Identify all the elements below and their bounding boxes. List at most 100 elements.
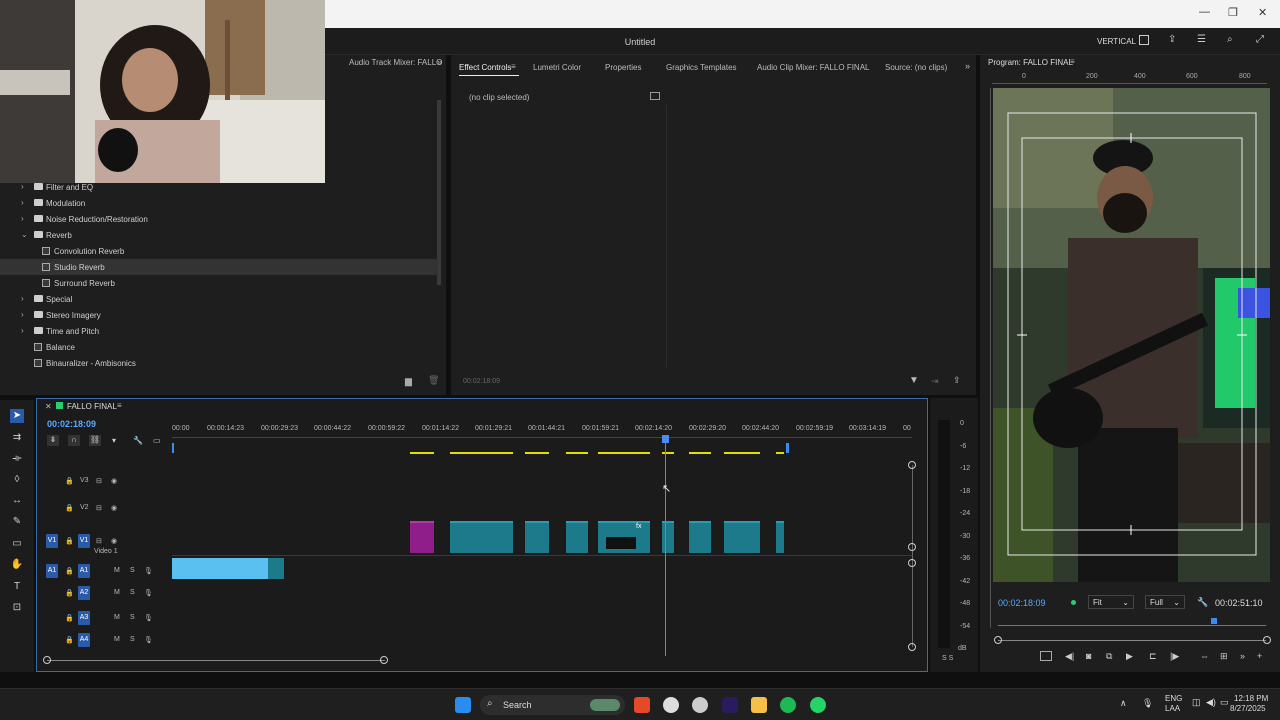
chevron-right-icon[interactable]: ›	[21, 198, 24, 207]
type-tool-icon[interactable]: T	[10, 580, 24, 594]
effect-item[interactable]: Studio Reverb	[0, 259, 438, 275]
effect-item[interactable]: Balance	[0, 339, 438, 355]
hand-tool-icon[interactable]: ✋	[10, 558, 24, 572]
compare-icon[interactable]: ⇔	[1200, 651, 1209, 661]
language-label[interactable]: ENG	[1165, 694, 1182, 703]
caption-tool-icon[interactable]: ⊡	[10, 601, 24, 615]
close-icon[interactable]: ✕	[1258, 6, 1267, 19]
add-marker-icon[interactable]: ▾	[112, 436, 116, 445]
selection-tool-icon[interactable]: ➤	[10, 409, 24, 423]
zoom-select[interactable]: Fit ⌄	[1088, 595, 1134, 609]
menu-icon[interactable]: ☰	[1197, 34, 1206, 45]
track-header-v1[interactable]: V1 🔒 V1 ⊟ ◉ Video 1	[36, 525, 172, 557]
horizontal-zoom-handle-left[interactable]	[43, 656, 51, 664]
video-clip[interactable]	[662, 521, 674, 553]
volume-icon[interactable]: ◀)	[1206, 697, 1216, 708]
solo-button[interactable]: S	[130, 589, 135, 596]
file-explorer-icon[interactable]	[751, 697, 767, 713]
timeline-settings-icon[interactable]: 🔧	[133, 436, 143, 445]
source-patch-button[interactable]: A1	[46, 564, 58, 578]
record-voiceover-icon[interactable]: 🎙	[144, 589, 153, 597]
record-voiceover-icon[interactable]: 🎙	[144, 636, 153, 644]
button-editor-icon[interactable]: »	[1240, 651, 1245, 661]
timeline-timecode[interactable]: 00:02:18:09	[47, 419, 96, 429]
camera-icon[interactable]: ◙	[1086, 651, 1091, 661]
track-header-v2[interactable]: 🔒 V2 ⊟ ◉	[36, 498, 172, 518]
lock-icon[interactable]: 🔒	[65, 504, 74, 512]
tab-lumetri-color[interactable]: Lumetri Color	[533, 63, 581, 72]
safe-margins-icon[interactable]	[1040, 651, 1052, 661]
audio-transition[interactable]	[268, 558, 284, 579]
delete-icon[interactable]: 🗑	[428, 375, 439, 386]
audio-track-mixer-tab[interactable]: Audio Track Mixer: FALLO	[349, 58, 442, 67]
sequence-name[interactable]: FALLO FINAL	[67, 402, 117, 411]
program-menu-icon[interactable]: ≡	[1070, 57, 1075, 66]
lock-icon[interactable]: 🔒	[65, 537, 74, 545]
mute-button[interactable]: M	[114, 614, 120, 621]
wrench-icon[interactable]: 🔧	[1197, 597, 1208, 608]
mute-button[interactable]: M	[114, 589, 120, 596]
microphone-icon[interactable]: 🎙	[1142, 698, 1153, 709]
vertical-zoom-handle[interactable]	[908, 559, 916, 567]
opera-icon[interactable]	[692, 697, 708, 713]
effect-folder[interactable]: ⌄ Reverb	[0, 227, 438, 243]
playhead-handle[interactable]	[662, 435, 669, 443]
share-icon[interactable]: ⇪	[1168, 34, 1176, 45]
mute-button[interactable]: M	[114, 636, 120, 643]
in-point-marker[interactable]	[172, 443, 174, 453]
program-zoom-bar[interactable]	[998, 640, 1266, 641]
horizontal-zoom-handle-right[interactable]	[380, 656, 388, 664]
source-patch-button[interactable]: V1	[46, 534, 58, 548]
keyboard-layout-label[interactable]: LAA	[1165, 704, 1180, 713]
chevron-right-icon[interactable]: ›	[21, 182, 24, 191]
layout-icon[interactable]	[1139, 35, 1149, 45]
track-target-button[interactable]: V2	[80, 504, 89, 511]
search-icon[interactable]: ⌕	[1227, 34, 1233, 45]
step-back-icon[interactable]: ◀|	[1065, 651, 1074, 662]
video-clip[interactable]	[724, 521, 760, 553]
linked-selection-icon[interactable]: ⛓	[89, 435, 101, 446]
chevron-right-icon[interactable]: ›	[21, 214, 24, 223]
track-header-a3[interactable]: 🔒 A3 M S 🎙	[36, 609, 172, 627]
effect-folder[interactable]: › Special	[0, 291, 438, 307]
tab-effect-controls[interactable]: Effect Controls	[459, 63, 511, 72]
taskbar-search[interactable]: ⌕ Search	[480, 695, 625, 715]
lock-icon[interactable]: 🔒	[65, 477, 74, 485]
track-target-button[interactable]: A4	[78, 633, 90, 647]
lock-icon[interactable]: 🔒	[65, 636, 74, 644]
whatsapp-icon[interactable]	[810, 697, 826, 713]
slip-tool-icon[interactable]: ↔	[10, 494, 24, 508]
sync-lock-icon[interactable]: ⊟	[96, 537, 102, 545]
track-header-a4[interactable]: 🔒 A4 M S 🎙	[36, 631, 172, 649]
vertical-zoom-handle[interactable]	[908, 543, 916, 551]
video-clip[interactable]: fx	[598, 521, 650, 553]
meter-solo-buttons[interactable]: S S	[942, 655, 953, 662]
razor-tool-icon[interactable]: ◊	[10, 473, 24, 487]
sequence-menu-icon[interactable]: ≡	[117, 401, 122, 410]
add-button-icon[interactable]: +	[1257, 651, 1262, 661]
network-icon[interactable]: ◫	[1192, 697, 1201, 708]
sync-lock-icon[interactable]: ⊟	[96, 477, 102, 485]
track-header-a1[interactable]: A1 🔒 A1 M S 🎙	[36, 561, 172, 581]
chevron-down-icon[interactable]: ⌄	[21, 230, 28, 239]
vertical-zoom-handle[interactable]	[908, 461, 916, 469]
lock-icon[interactable]: 🔒	[65, 614, 74, 622]
play-icon[interactable]: ▶	[1126, 651, 1133, 662]
pen-tool-icon[interactable]: ✎	[10, 515, 24, 529]
chevron-right-icon[interactable]: ›	[21, 294, 24, 303]
battery-icon[interactable]: ▭	[1220, 697, 1229, 708]
sync-lock-icon[interactable]: ⊟	[96, 504, 102, 512]
brave-icon[interactable]	[634, 697, 650, 713]
playhead-line[interactable]	[665, 436, 666, 656]
start-icon[interactable]	[455, 697, 471, 713]
effect-item[interactable]: Binauralizer - Ambisonics	[0, 355, 438, 371]
restore-icon[interactable]: ❐	[1228, 6, 1238, 19]
tab-audio-clip-mixer[interactable]: Audio Clip Mixer: FALLO FINAL	[757, 63, 869, 72]
video-clip[interactable]	[525, 521, 549, 553]
video-clip[interactable]	[566, 521, 588, 553]
solo-button[interactable]: S	[130, 614, 135, 621]
timeline-ruler[interactable]: 00:00 00:00:14:23 00:00:29:23 00:00:44:22 00…	[172, 425, 912, 455]
tab-source[interactable]: Source: (no clips)	[885, 63, 947, 72]
record-voiceover-icon[interactable]: 🎙	[144, 567, 153, 575]
track-target-button[interactable]: A1	[78, 564, 90, 578]
